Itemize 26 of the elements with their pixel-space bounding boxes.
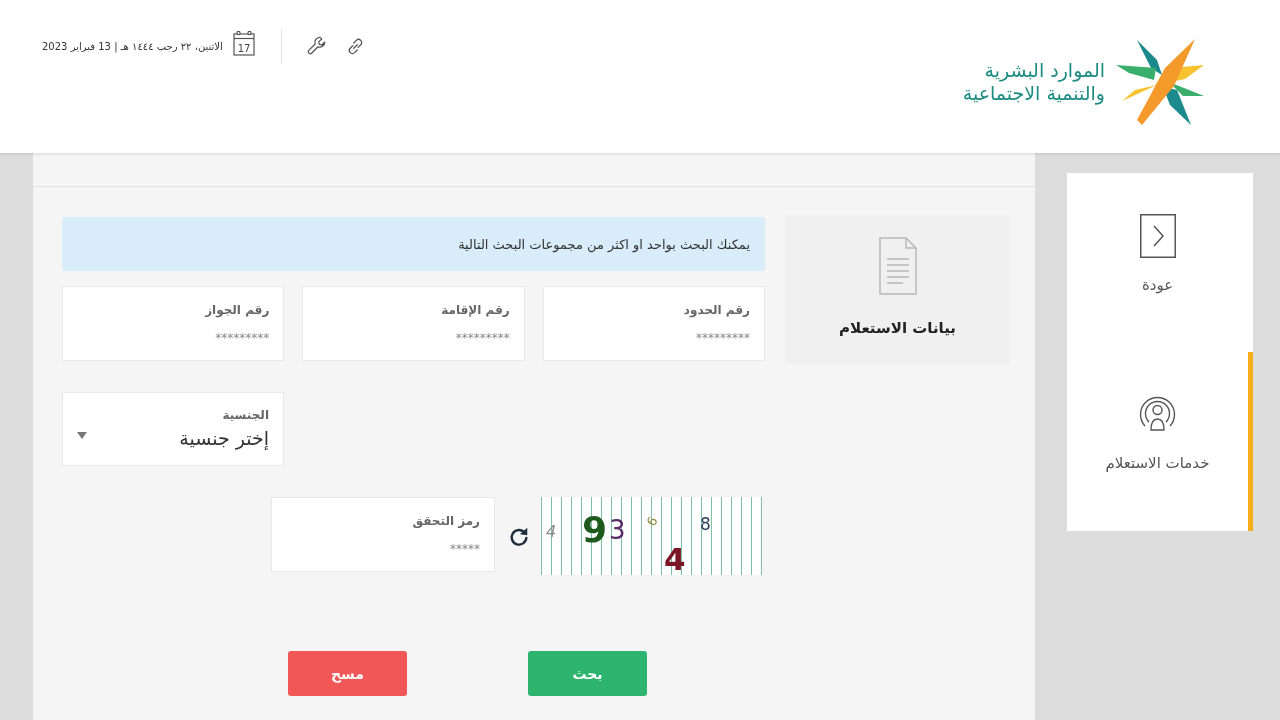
calendar-icon: 17 [232, 30, 255, 56]
field-label: رقم الجواز [203, 302, 270, 318]
input-field[interactable]: ********* [557, 328, 750, 348]
chevron-icon [1139, 214, 1176, 258]
refresh-icon[interactable] [508, 525, 530, 549]
logo-text: والتنمية الاجتماعية [962, 82, 1105, 105]
document-icon [878, 237, 917, 295]
logo-text: الموارد البشرية [983, 59, 1105, 82]
input-field[interactable]: ***** [286, 539, 480, 559]
caret-icon [77, 431, 87, 439]
field-label: رقم الإقامة [440, 302, 510, 318]
captcha-character: 6 [644, 514, 660, 529]
field-label: رقم الحدود [682, 302, 750, 318]
sidebar-item[interactable]: عودة [1067, 173, 1253, 352]
info-banner: يمكنك البحث بواحد او اكثر من مجموعات البحث التالية [62, 217, 765, 271]
sidebar-item[interactable]: خدمات الاستعلام [1067, 352, 1253, 531]
input-field[interactable]: ********* [77, 328, 270, 348]
date-text: الاثنين، ٢٢ رجب ١٤٤٤ هـ | 13 فبراير 2023 [42, 40, 223, 52]
logo-icon [1115, 38, 1205, 126]
captcha-character: 4 [664, 544, 686, 575]
wrench-icon[interactable] [305, 35, 328, 57]
field-label: الجنسية [221, 407, 269, 423]
input-field[interactable]: ********* [317, 328, 510, 348]
section-title: بيانات الاستعلام [839, 319, 956, 337]
field-label: رمز التحقق [411, 513, 480, 529]
nationality-dropdown[interactable]: الجنسية إختر جنسية [62, 392, 284, 466]
